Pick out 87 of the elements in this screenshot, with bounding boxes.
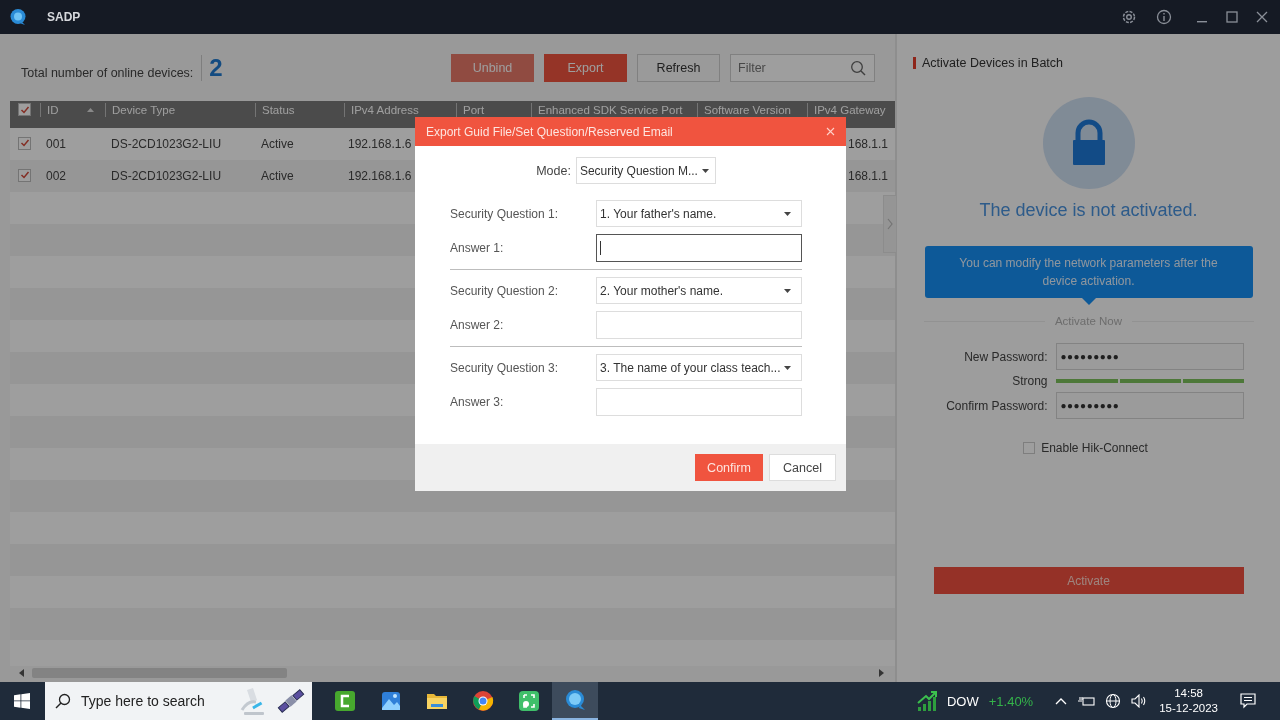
column-header[interactable]: Enhanced SDK Service Port (538, 103, 683, 117)
question-dropdown[interactable]: 1. Your father's name. (596, 200, 802, 227)
panel-title: Activate Devices in Batch (922, 56, 1064, 70)
tip-bubble: You can modify the network parameters after the device activation. (924, 246, 1253, 298)
field-label: New Password: (963, 349, 1048, 364)
settings-icon[interactable] (1120, 8, 1138, 26)
password-field[interactable]: ●●●●●●●●● (1055, 392, 1244, 419)
table-cell: 192.168.1.6 (348, 169, 412, 183)
field-label: Security Question 2: (450, 283, 559, 298)
dialog-title: Export Guid File/Set Question/Reserved Email (426, 124, 673, 139)
table-cell: 002 (46, 169, 67, 183)
chevron-right-icon (887, 218, 893, 230)
start-icon[interactable] (14, 693, 30, 709)
column-header[interactable]: Status (262, 103, 295, 117)
table-cell: 001 (46, 137, 67, 151)
sort-caret-icon[interactable] (86, 108, 94, 112)
password-field[interactable]: ●●●●●●●●● (1055, 343, 1244, 370)
field-label: Answer 2: (450, 318, 504, 332)
cancel-button[interactable]: Cancel (769, 454, 836, 481)
tip-pointer (1081, 298, 1096, 305)
column-header[interactable]: IPv4 Gateway (814, 103, 886, 117)
field-label: Answer 1: (450, 241, 504, 255)
ticker-change[interactable]: +1.40% (988, 693, 1034, 709)
strength-label: Strong (1011, 374, 1048, 388)
panel-collapse-handle[interactable] (883, 195, 896, 253)
caret-icon (701, 168, 709, 173)
globe-icon[interactable] (1105, 693, 1122, 709)
table-cell: Active (261, 169, 294, 183)
checkbox[interactable] (18, 136, 31, 150)
maximize-icon[interactable] (1226, 11, 1238, 23)
checkbox[interactable] (18, 168, 31, 182)
caret-icon (784, 211, 791, 216)
device-count-label: Total number of online devices: (21, 65, 194, 80)
column-header[interactable]: ID (47, 103, 59, 117)
answer-field[interactable] (596, 234, 802, 262)
field-label: Security Question 3: (450, 360, 559, 375)
caret-icon (784, 288, 791, 293)
table-cell: 192.168.1.6 (348, 137, 412, 151)
search-icon (55, 693, 71, 709)
scroll-right-icon[interactable] (877, 668, 885, 678)
field-label: Mode: (536, 163, 571, 178)
column-header[interactable]: IPv4 Address (351, 103, 419, 117)
scroll-left-icon[interactable] (18, 668, 26, 678)
question-dropdown[interactable]: 3. The name of your class teach... (596, 354, 802, 381)
filter-field[interactable]: Filter (730, 53, 875, 82)
table-cell: 168.1.1 (848, 137, 889, 151)
chevron-up-icon[interactable] (1055, 697, 1068, 705)
column-header[interactable]: Port (463, 103, 485, 117)
horizontal-scrollbar[interactable] (18, 666, 885, 680)
clock-time[interactable]: 14:58 (1174, 686, 1203, 701)
battery-plug-icon[interactable] (1077, 694, 1096, 708)
window-title: SADP (47, 10, 81, 24)
checkbox[interactable] (18, 103, 31, 116)
caret-icon (784, 365, 791, 370)
field-label: Answer 3: (450, 395, 504, 409)
toolbar-button[interactable]: Refresh (637, 53, 720, 82)
ticker-symbol[interactable]: DOW (946, 693, 979, 709)
close-icon[interactable] (1256, 11, 1268, 23)
stock-chart-icon[interactable] (916, 690, 939, 712)
column-header[interactable]: Software Version (704, 103, 791, 117)
sadp-app-icon[interactable] (552, 682, 598, 720)
table-cell: DS-2CD1023G2-LIU (111, 137, 222, 151)
column-header[interactable]: Device Type (112, 103, 176, 117)
field-label: Security Question 1: (450, 206, 559, 221)
device-count: 2 (201, 54, 223, 81)
padlock-icon (1042, 97, 1135, 189)
app-logo-icon (9, 8, 27, 26)
search-icon[interactable] (850, 59, 866, 76)
table-cell: 168.1.1 (848, 169, 889, 183)
field-label: Confirm Password: (945, 398, 1048, 413)
table-cell: Active (261, 137, 294, 151)
checkbox-label[interactable]: Enable Hik-Connect (1041, 441, 1148, 455)
microscope-icon (238, 686, 266, 716)
table-cell: DS-2CD1023G2-LIU (111, 169, 222, 183)
info-icon[interactable] (1156, 9, 1172, 25)
confirm-button[interactable]: Confirm (695, 454, 763, 481)
speaker-icon[interactable] (1131, 694, 1148, 708)
export-button[interactable]: Export (544, 53, 627, 82)
mode-dropdown[interactable]: Security Question M... (575, 157, 716, 184)
satellite-icon (276, 686, 306, 716)
notification-icon[interactable] (1240, 693, 1256, 709)
checkbox[interactable] (1023, 442, 1036, 454)
taskbar-search-field[interactable]: Type here to search (45, 682, 312, 720)
question-dropdown[interactable]: 2. Your mother's name. (596, 277, 802, 304)
activation-status: The device is not activated. (979, 200, 1198, 221)
title-marker (913, 57, 916, 69)
clock-date[interactable]: 15-12-2023 (1159, 701, 1218, 716)
